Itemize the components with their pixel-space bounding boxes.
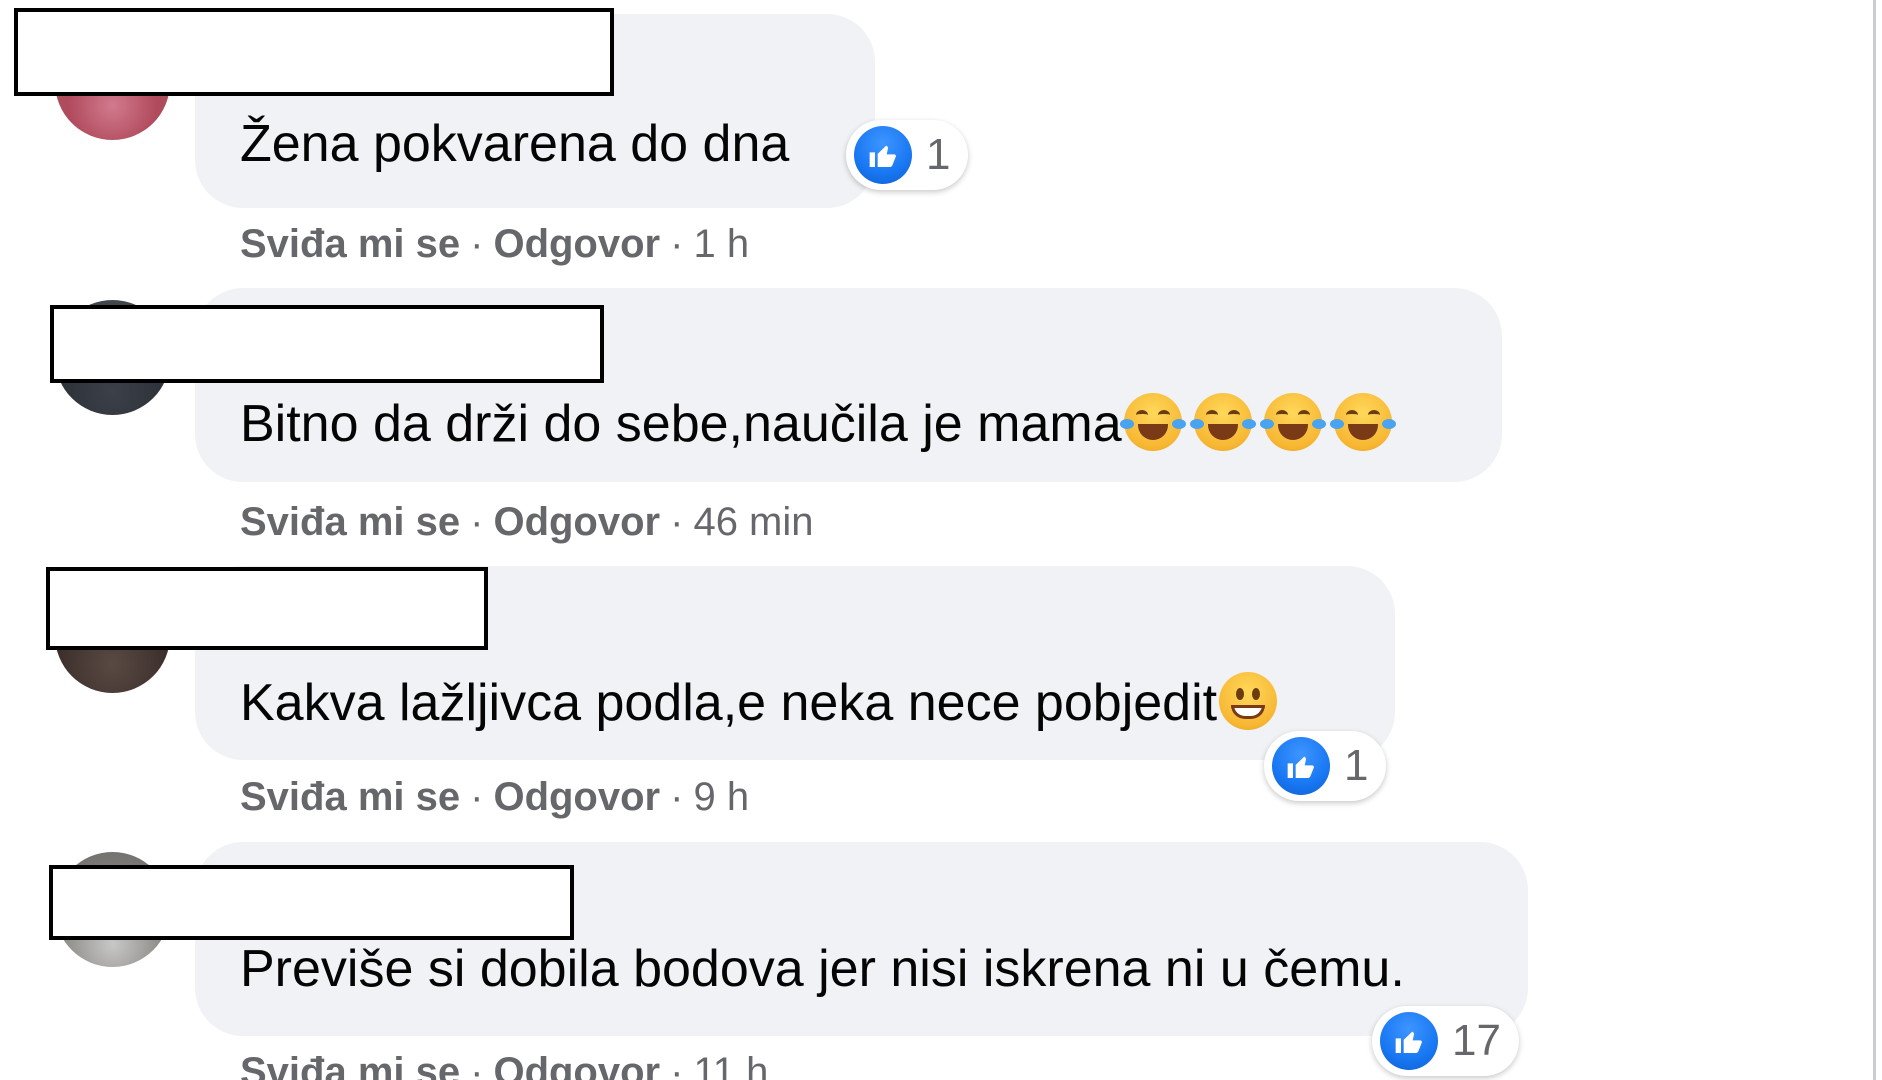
reaction-badge[interactable]: 1 <box>1264 731 1387 801</box>
tears-of-joy-icon <box>1189 393 1256 451</box>
reaction-count: 1 <box>1344 741 1369 790</box>
comment-text: Bitno da drži do sebe,naučila je mama <box>240 393 1396 453</box>
comment-text: Kakva lažljivca podla,e neka nece pobjed… <box>240 672 1278 732</box>
like-button[interactable]: Sviđa mi se <box>240 1050 460 1080</box>
redacted-author-name <box>50 305 604 383</box>
tears-of-joy-icon <box>1259 393 1326 451</box>
reaction-badge[interactable]: 17 <box>1372 1006 1519 1076</box>
comment-actions: Sviđa mi se · Odgovor · 46 min <box>240 502 814 542</box>
comment-thread: Žena pokvarena do dna 1 Sviđa mi se · Odgo… <box>0 0 1882 1080</box>
tears-of-joy-icon <box>1329 393 1396 451</box>
tears-of-joy-icon <box>1119 393 1186 451</box>
reaction-count: 17 <box>1452 1016 1501 1065</box>
like-icon <box>1380 1012 1438 1070</box>
redacted-author-name <box>49 865 574 940</box>
comment-actions: Sviđa mi se · Odgovor · 1 h <box>240 224 749 264</box>
comment-text-content: Kakva lažljivca podla,e neka nece pobjed… <box>240 674 1218 732</box>
comment-actions: Sviđa mi se · Odgovor · 11 h <box>240 1052 768 1080</box>
comment-text: Žena pokvarena do dna <box>240 118 789 170</box>
reply-button[interactable]: Odgovor <box>493 1050 660 1080</box>
like-button[interactable]: Sviđa mi se <box>240 775 460 819</box>
grinning-face-icon <box>1219 672 1278 730</box>
reaction-badge[interactable]: 1 <box>846 120 969 190</box>
reaction-count: 1 <box>926 130 951 179</box>
comment-timestamp[interactable]: 1 h <box>693 222 749 266</box>
comment-timestamp[interactable]: 11 h <box>693 1050 768 1080</box>
like-icon <box>1272 737 1330 795</box>
separator: · <box>670 500 684 544</box>
separator: · <box>470 775 484 819</box>
comment-actions: Sviđa mi se · Odgovor · 9 h <box>240 777 749 817</box>
redacted-author-name <box>14 8 614 96</box>
reply-button[interactable]: Odgovor <box>493 775 660 819</box>
like-button[interactable]: Sviđa mi se <box>240 222 460 266</box>
panel-border <box>1873 0 1876 1080</box>
reply-button[interactable]: Odgovor <box>493 500 660 544</box>
redacted-author-name <box>46 567 488 650</box>
separator: · <box>470 500 484 544</box>
separator: · <box>670 222 684 266</box>
reply-button[interactable]: Odgovor <box>493 222 660 266</box>
like-icon <box>854 126 912 184</box>
comment-text-content: Žena pokvarena do dna <box>240 115 790 173</box>
comment-text-content: Previše si dobila bodova jer nisi iskren… <box>240 940 1405 998</box>
comment-text: Previše si dobila bodova jer nisi iskren… <box>240 943 1405 995</box>
separator: · <box>670 1050 684 1080</box>
comment-timestamp[interactable]: 9 h <box>693 775 749 819</box>
like-button[interactable]: Sviđa mi se <box>240 500 460 544</box>
comment-text-content: Bitno da drži do sebe,naučila je mama <box>240 395 1122 453</box>
separator: · <box>470 1050 484 1080</box>
separator: · <box>670 775 684 819</box>
separator: · <box>470 222 484 266</box>
comment-timestamp[interactable]: 46 min <box>693 500 813 544</box>
